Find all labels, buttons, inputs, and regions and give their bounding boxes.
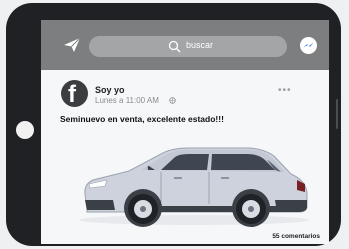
globe-icon	[169, 97, 176, 104]
car-image[interactable]	[69, 124, 319, 228]
search-input[interactable]: buscar	[89, 36, 287, 57]
tablet-frame: buscar f Soy yo Lunes a 11:00 AM ••• Sem…	[6, 3, 341, 246]
post-time: Lunes a 11:00 AM	[95, 96, 159, 105]
author-name[interactable]: Soy yo	[95, 85, 125, 95]
messenger-icon[interactable]	[300, 37, 317, 54]
avatar[interactable]: f	[61, 80, 88, 107]
camera-lens	[16, 121, 34, 139]
post-card: f Soy yo Lunes a 11:00 AM ••• Seminuevo …	[41, 70, 329, 244]
search-icon	[168, 40, 181, 53]
more-options-icon[interactable]: •••	[278, 85, 292, 96]
side-button[interactable]	[336, 99, 338, 129]
post-text: Seminuevo en venta, excelente estado!!!	[60, 114, 224, 124]
comments-count[interactable]: 55 comentarios	[272, 233, 320, 240]
top-bar: buscar	[41, 20, 329, 70]
screen: buscar f Soy yo Lunes a 11:00 AM ••• Sem…	[41, 20, 329, 244]
search-placeholder: buscar	[186, 40, 214, 50]
send-icon[interactable]	[63, 37, 81, 53]
facebook-logo-icon: f	[68, 81, 76, 107]
